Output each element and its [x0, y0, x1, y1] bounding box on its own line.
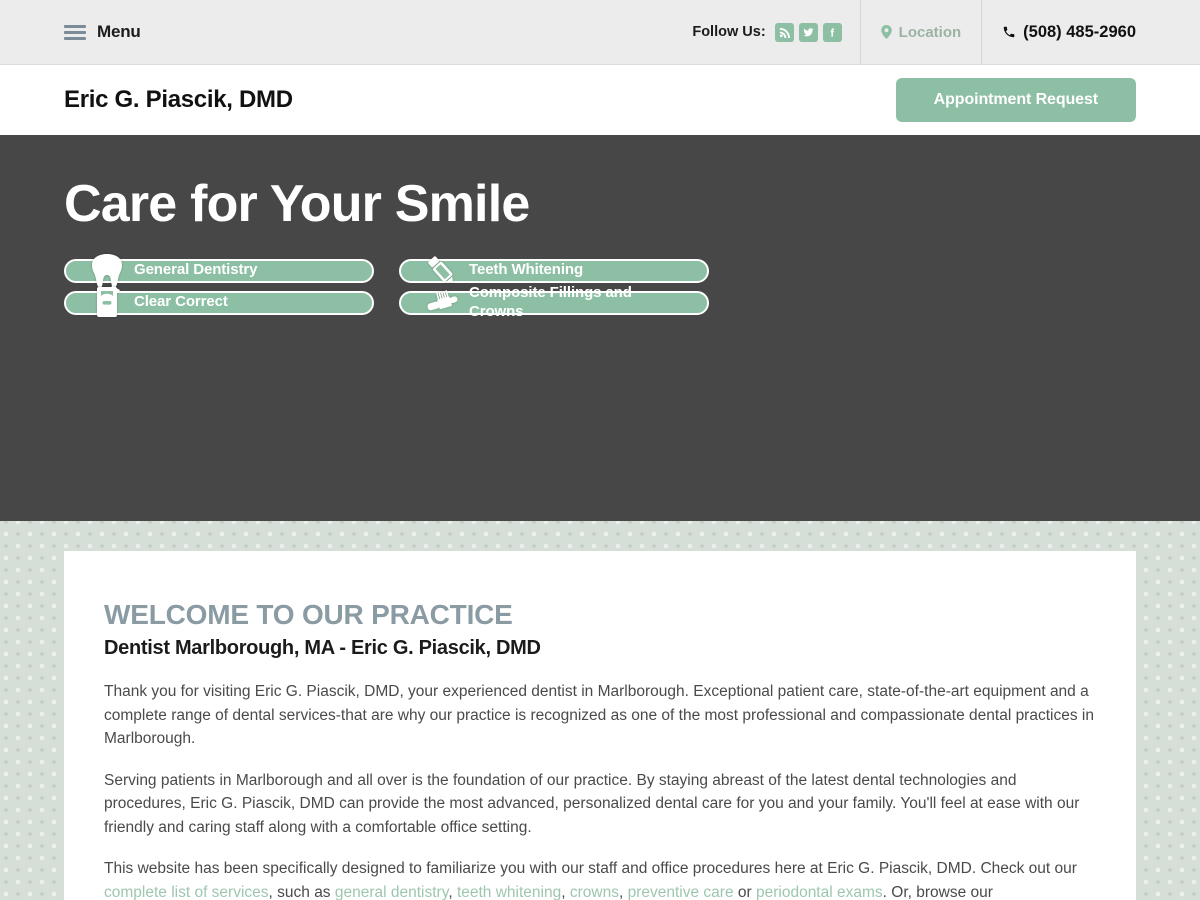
page-subtitle: Dentist Marlborough, MA - Eric G. Piasci… — [104, 637, 541, 659]
service-pill-label: Teeth Whitening — [469, 261, 584, 279]
phone-icon — [1002, 25, 1016, 39]
paragraph-text: , — [618, 883, 628, 900]
service-pill-label: Composite Fillings and Crowns — [469, 283, 632, 320]
service-pill-grid: General Dentistry Teeth Whitening Clear … — [64, 253, 714, 320]
location-label: Location — [898, 23, 962, 41]
paragraph-text: or — [733, 883, 756, 900]
service-pill-general-dentistry[interactable]: General Dentistry — [64, 253, 374, 288]
page-title: WELCOME TO OUR PRACTICE — [104, 599, 513, 630]
follow-us-block: Follow Us: — [692, 0, 859, 64]
tooth-icon — [88, 252, 126, 290]
map-pin-icon — [880, 25, 892, 39]
phone-block[interactable]: (508) 485-2960 — [981, 0, 1200, 64]
twitter-icon[interactable] — [798, 22, 818, 42]
paragraph-text: , such as — [268, 883, 335, 900]
brand-name[interactable]: Eric G. Piascik, DMD — [64, 86, 293, 114]
link-teeth-whitening[interactable]: teeth whitening — [457, 884, 561, 900]
facebook-icon[interactable] — [822, 22, 842, 42]
aligner-tray-icon — [88, 284, 126, 322]
link-complete-list-of-services[interactable]: complete list of services — [104, 884, 269, 900]
intro-paragraph-3: This website has been specifically desig… — [104, 857, 1096, 900]
link-general-dentistry[interactable]: general dentistry — [335, 884, 448, 900]
link-periodontal-exams[interactable]: periodontal exams — [756, 884, 883, 900]
utility-bar: Menu Follow Us: Location (508) 485-2960 — [0, 0, 1200, 65]
service-pill-clear-correct[interactable]: Clear Correct — [64, 285, 374, 317]
hero-title: Care for Your Smile — [64, 175, 530, 233]
paragraph-text: , — [448, 883, 457, 900]
hamburger-icon — [64, 24, 86, 40]
social-icon-group — [774, 22, 842, 42]
paragraph-text: , — [561, 883, 570, 900]
content-area: WELCOME TO OUR PRACTICE Dentist Marlboro… — [0, 521, 1200, 900]
follow-us-label: Follow Us: — [692, 24, 766, 40]
hero-section: Care for Your Smile General Dentistry Te… — [0, 135, 1200, 521]
service-pill-teeth-whitening[interactable]: Teeth Whitening — [399, 255, 709, 283]
link-crowns[interactable]: crowns — [570, 884, 619, 900]
service-pill-label: General Dentistry — [134, 261, 258, 279]
appointment-request-button[interactable]: Appointment Request — [895, 78, 1136, 122]
toothbrush-icon — [423, 284, 461, 322]
rss-icon[interactable] — [774, 22, 794, 42]
location-link[interactable]: Location — [859, 0, 982, 64]
link-preventive-care[interactable]: preventive care — [628, 884, 734, 900]
paragraph-text: This website has been specifically desig… — [104, 860, 1077, 878]
menu-label: Menu — [97, 22, 141, 41]
menu-toggle-button[interactable]: Menu — [0, 0, 141, 64]
intro-paragraph-2: Serving patients in Marlborough and all … — [104, 771, 1080, 836]
intro-paragraph-1: Thank you for visiting Eric G. Piascik, … — [104, 683, 1094, 748]
utility-right-group: Follow Us: Location (508) 485-2960 — [692, 0, 1200, 64]
service-pill-composite-fillings-and-crowns[interactable]: Composite Fillings and Crowns — [399, 284, 709, 320]
paragraph-text: . Or, browse our — [882, 883, 993, 900]
whitening-pen-icon — [423, 252, 461, 290]
site-header: Eric G. Piascik, DMD Appointment Request — [0, 65, 1200, 135]
service-pill-label: Clear Correct — [134, 293, 228, 311]
phone-number: (508) 485-2960 — [1023, 22, 1136, 41]
welcome-card: WELCOME TO OUR PRACTICE Dentist Marlboro… — [64, 551, 1136, 900]
